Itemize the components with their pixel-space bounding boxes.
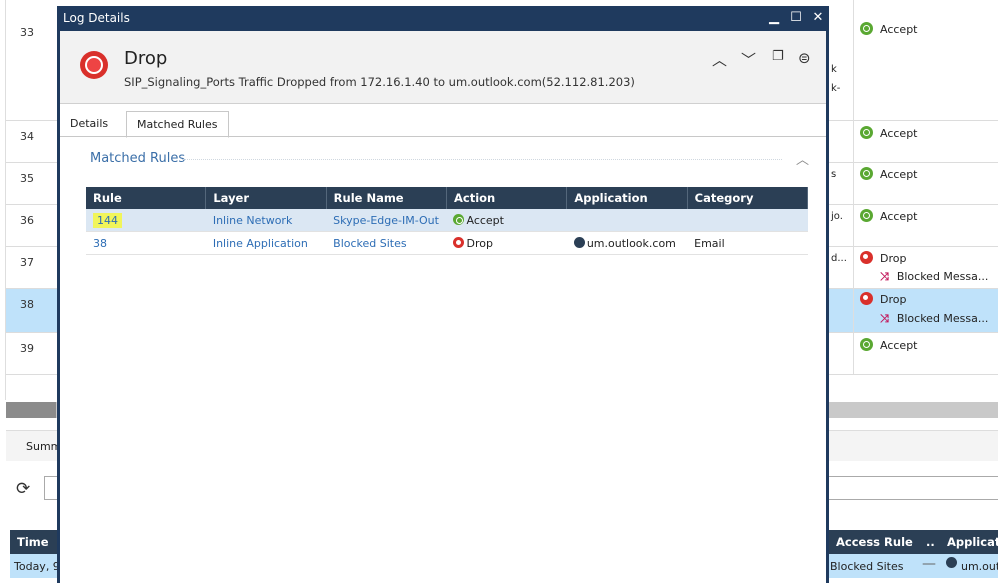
action-subcell: ⤨ Blocked Messa... <box>880 312 989 325</box>
accept-icon <box>860 209 873 222</box>
column-header-rule-name[interactable]: Rule Name <box>326 187 447 209</box>
row-number: 37 <box>20 256 34 269</box>
dialog-titlebar[interactable]: Log Details ▁ ☐ ✕ <box>57 6 829 31</box>
cell-fragment: jo. <box>831 211 843 222</box>
cell-action: Drop <box>446 231 567 255</box>
action-subcell: ⤨ Blocked Messa... <box>880 270 989 283</box>
log-description: SIP_Signaling_Ports Traffic Dropped from… <box>124 75 635 89</box>
globe-icon <box>946 557 957 568</box>
section-divider <box>182 159 782 160</box>
blocked-icon: ⤨ <box>880 270 889 283</box>
minimize-icon[interactable]: ▁ <box>766 9 782 27</box>
dialog-body: Drop SIP_Signaling_Ports Traffic Dropped… <box>60 31 826 583</box>
cell-application: um.out <box>961 560 998 573</box>
cell-action: Accept <box>446 209 567 232</box>
globe-icon <box>573 236 585 248</box>
row-number: 39 <box>20 342 34 355</box>
dash-icon: — <box>922 556 936 572</box>
column-divider <box>5 0 6 400</box>
section-title: Matched Rules <box>90 151 186 166</box>
row-number: 36 <box>20 214 34 227</box>
chevron-up-icon[interactable]: ︿ <box>712 49 727 70</box>
action-cell: Accept <box>860 126 918 140</box>
column-divider <box>853 0 854 374</box>
tab-divider <box>60 136 826 137</box>
log-action-title: Drop <box>124 48 168 69</box>
blocked-icon: ⤨ <box>880 312 889 325</box>
column-header-category[interactable]: Category <box>687 187 809 209</box>
maximize-icon[interactable]: ☐ <box>788 9 804 27</box>
tab-matched-rules[interactable]: Matched Rules <box>126 111 229 138</box>
tab-details[interactable]: Details <box>60 111 118 136</box>
cell-fragment: s <box>831 169 837 180</box>
cell-category: Email <box>687 231 808 255</box>
column-header-time[interactable]: Time <box>10 530 57 554</box>
cell-application <box>566 209 688 232</box>
drop-icon <box>860 251 873 264</box>
action-cell: Drop <box>860 251 906 265</box>
matched-rules-table: Rule Layer Rule Name Action Application … <box>86 187 809 255</box>
column-header-application[interactable]: Applicatio <box>940 530 998 554</box>
copy-icon[interactable]: ❐ <box>772 49 784 64</box>
drop-icon <box>80 51 108 79</box>
query-input-right[interactable] <box>829 476 998 500</box>
cell-access-rule: Blocked Sites <box>830 560 904 573</box>
column-header-access-rule[interactable]: Access Rule N... <box>829 530 920 573</box>
cell-fragment: k- <box>831 83 841 94</box>
table-row[interactable]: 38 Inline Application Blocked Sites Drop… <box>86 231 808 255</box>
row-number: 38 <box>20 298 34 311</box>
action-cell: Accept <box>860 22 918 36</box>
table-header-row: Rule Layer Rule Name Action Application … <box>86 187 809 209</box>
log-details-dialog: Log Details ▁ ☐ ✕ Drop SIP_Signaling_Por… <box>57 6 829 583</box>
cell-layer[interactable]: Inline Network <box>205 209 327 232</box>
cell-application: um.outlook.com <box>566 231 688 255</box>
dialog-title: Log Details <box>63 11 130 25</box>
collapse-chevron-icon[interactable]: ︿ <box>796 149 809 168</box>
accept-icon <box>860 22 873 35</box>
cell-category <box>687 209 808 232</box>
action-cell: Accept <box>860 338 918 352</box>
action-cell: Accept <box>860 209 918 223</box>
column-header-more[interactable]: .. <box>919 530 940 554</box>
row-number: 33 <box>20 26 34 39</box>
row-number: 35 <box>20 172 34 185</box>
action-cell: Accept <box>860 167 918 181</box>
cell-rule[interactable]: 38 <box>86 231 206 255</box>
accept-icon <box>860 126 873 139</box>
refresh-icon[interactable]: ⟳ <box>16 479 30 499</box>
accept-icon <box>453 213 465 225</box>
action-cell: Drop <box>860 292 906 306</box>
column-header-layer[interactable]: Layer <box>205 187 327 209</box>
cell-rule[interactable]: 144 <box>86 209 206 232</box>
more-options-icon[interactable]: ⊜ <box>798 49 811 67</box>
column-header-rule[interactable]: Rule <box>86 187 207 209</box>
log-summary-header: Drop SIP_Signaling_Ports Traffic Dropped… <box>60 31 826 104</box>
cell-layer[interactable]: Inline Application <box>205 231 327 255</box>
row-number: 34 <box>20 130 34 143</box>
rule-number-link[interactable]: 144 <box>93 212 122 228</box>
cell-rule-name[interactable]: Blocked Sites <box>326 231 447 255</box>
column-header-application[interactable]: Application <box>566 187 688 209</box>
cell-rule-name[interactable]: Skype-Edge-IM-Out <box>326 209 447 232</box>
accept-icon <box>860 338 873 351</box>
cell-fragment: k <box>831 64 837 75</box>
column-header-action[interactable]: Action <box>446 187 568 209</box>
scrollbar-thumb[interactable] <box>6 402 56 418</box>
cell-fragment: d... <box>831 253 847 264</box>
close-icon[interactable]: ✕ <box>810 9 826 27</box>
drop-icon <box>453 236 465 248</box>
chevron-down-icon[interactable]: ﹀ <box>741 49 756 70</box>
drop-icon <box>860 292 873 305</box>
accept-icon <box>860 167 873 180</box>
table-row[interactable]: 144 Inline Network Skype-Edge-IM-Out Acc… <box>86 209 808 232</box>
